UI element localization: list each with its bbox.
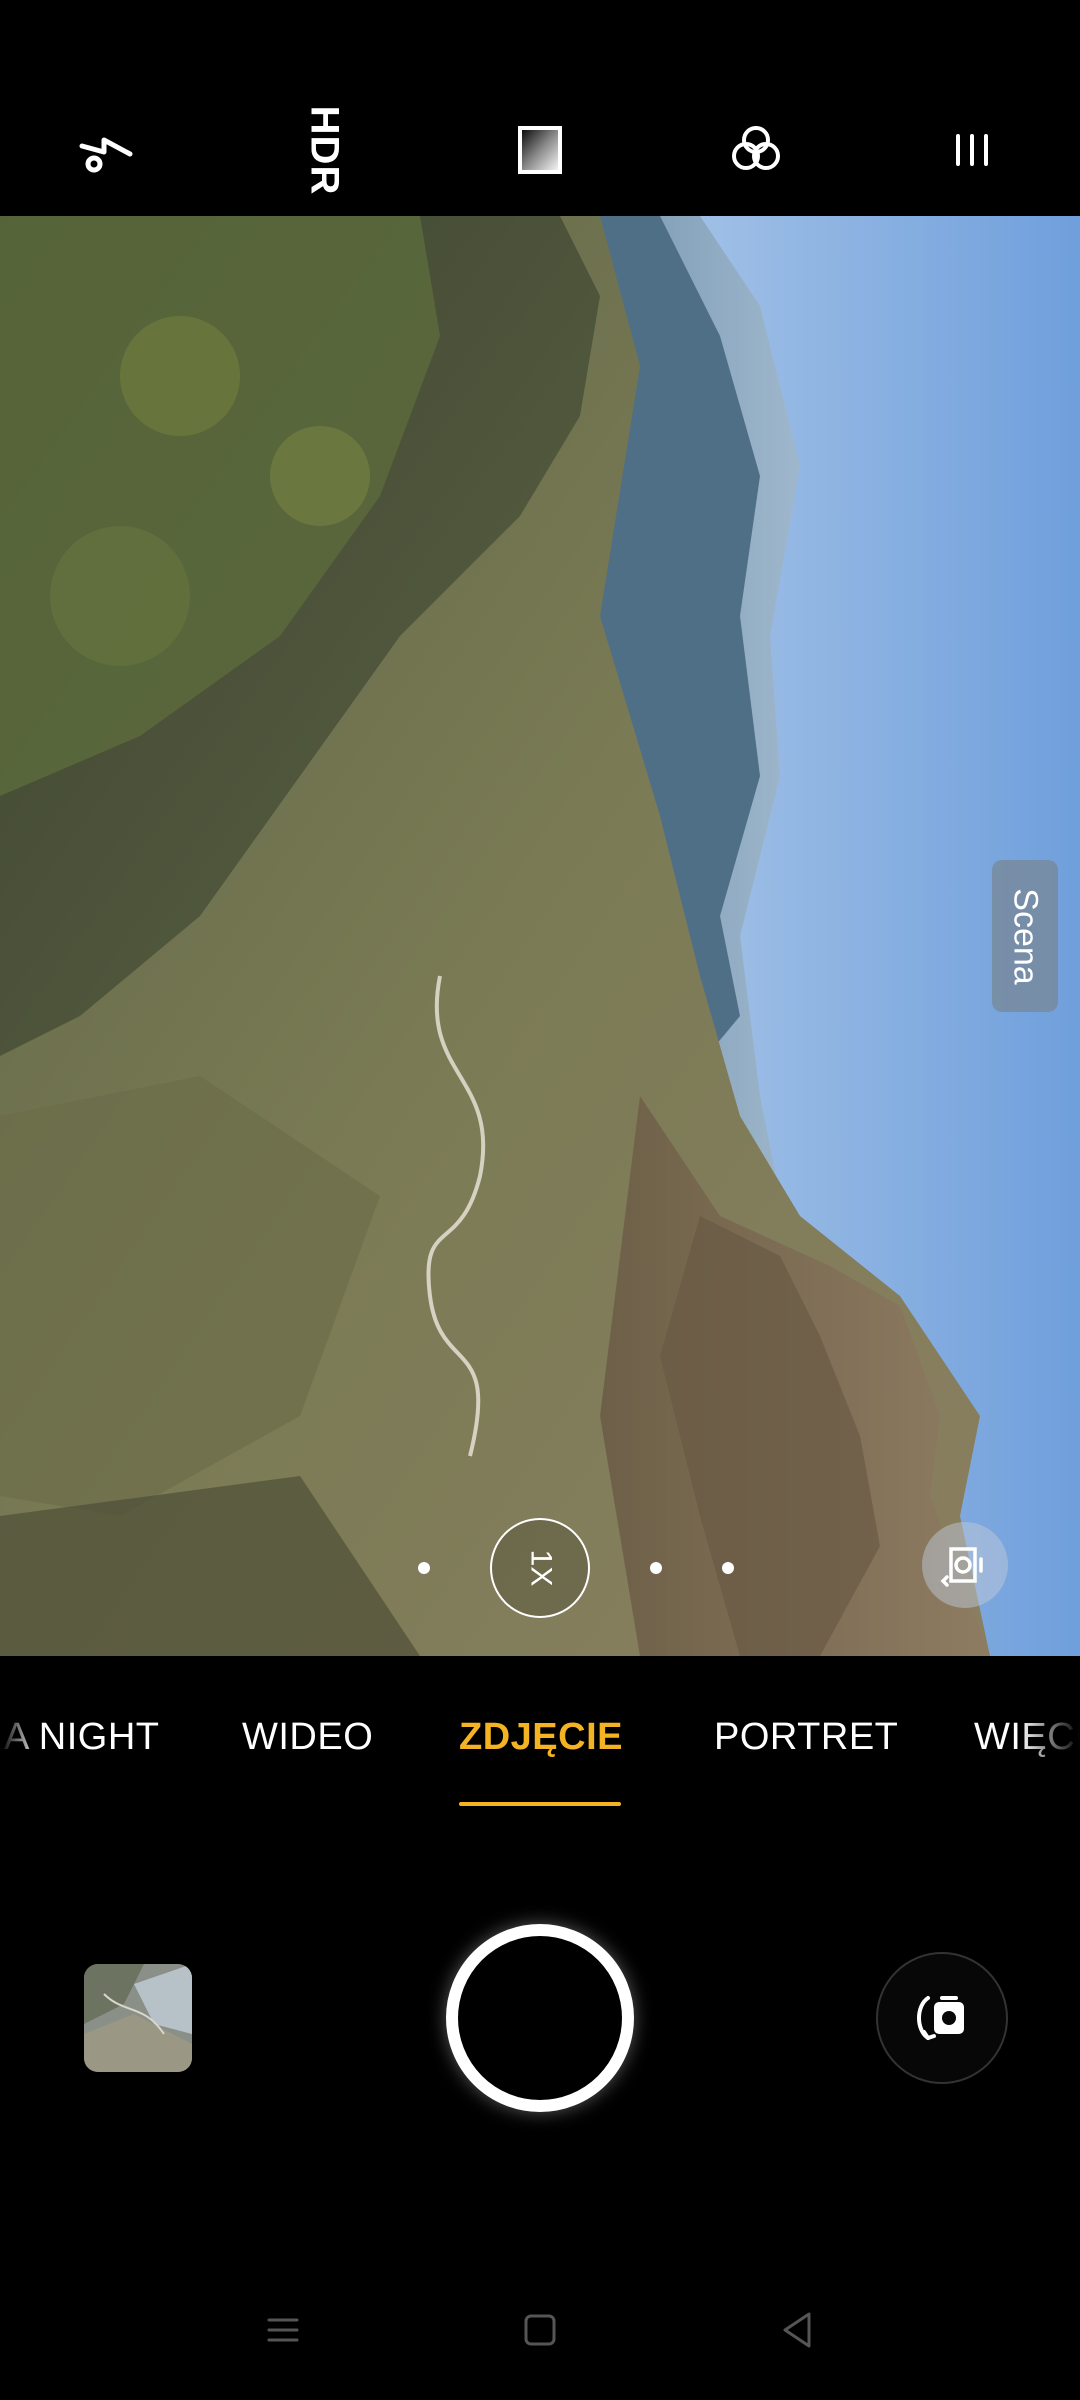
zoom-level-dot[interactable] xyxy=(722,1562,734,1574)
shutter-button[interactable] xyxy=(446,1924,634,2112)
filter-gradient-icon[interactable] xyxy=(490,100,590,200)
mode-portrait[interactable]: PORTRET xyxy=(714,1716,898,1759)
landscape-preview xyxy=(0,216,1080,1656)
camera-flip-icon[interactable] xyxy=(876,1952,1008,2084)
camera-viewfinder[interactable]: Scena 1X xyxy=(0,216,1080,1656)
lens-switch-icon[interactable] xyxy=(922,1522,1008,1608)
color-circles-icon[interactable] xyxy=(706,100,806,200)
flash-off-icon[interactable] xyxy=(56,100,156,200)
scene-label: Scena xyxy=(1006,887,1045,985)
hdr-label: HDR xyxy=(302,105,347,195)
menu-bars-icon[interactable] xyxy=(922,100,1022,200)
mode-fade-left xyxy=(0,1656,40,1826)
back-icon[interactable] xyxy=(762,2300,832,2360)
zoom-level-dot[interactable] xyxy=(650,1562,662,1574)
menu-icon[interactable] xyxy=(248,2300,318,2360)
zoom-label: 1X xyxy=(523,1549,557,1587)
mode-video[interactable]: WIDEO xyxy=(242,1716,373,1759)
mode-fade-right xyxy=(1020,1656,1080,1826)
mode-selector: A NIGHT WIDEO ZDJĘCIE PORTRET WIĘCE xyxy=(0,1656,1080,1826)
hdr-button[interactable]: HDR xyxy=(274,100,374,200)
zoom-level-dot[interactable] xyxy=(418,1562,430,1574)
mode-photo[interactable]: ZDJĘCIE xyxy=(459,1716,623,1759)
zoom-button[interactable]: 1X xyxy=(490,1518,590,1618)
active-mode-indicator xyxy=(459,1802,621,1806)
home-icon[interactable] xyxy=(505,2300,575,2360)
system-navigation-bar xyxy=(0,2290,1080,2376)
scene-button[interactable]: Scena xyxy=(992,860,1058,1012)
gallery-thumbnail[interactable] xyxy=(84,1964,192,2072)
camera-toolbar: HDR xyxy=(0,0,1080,216)
